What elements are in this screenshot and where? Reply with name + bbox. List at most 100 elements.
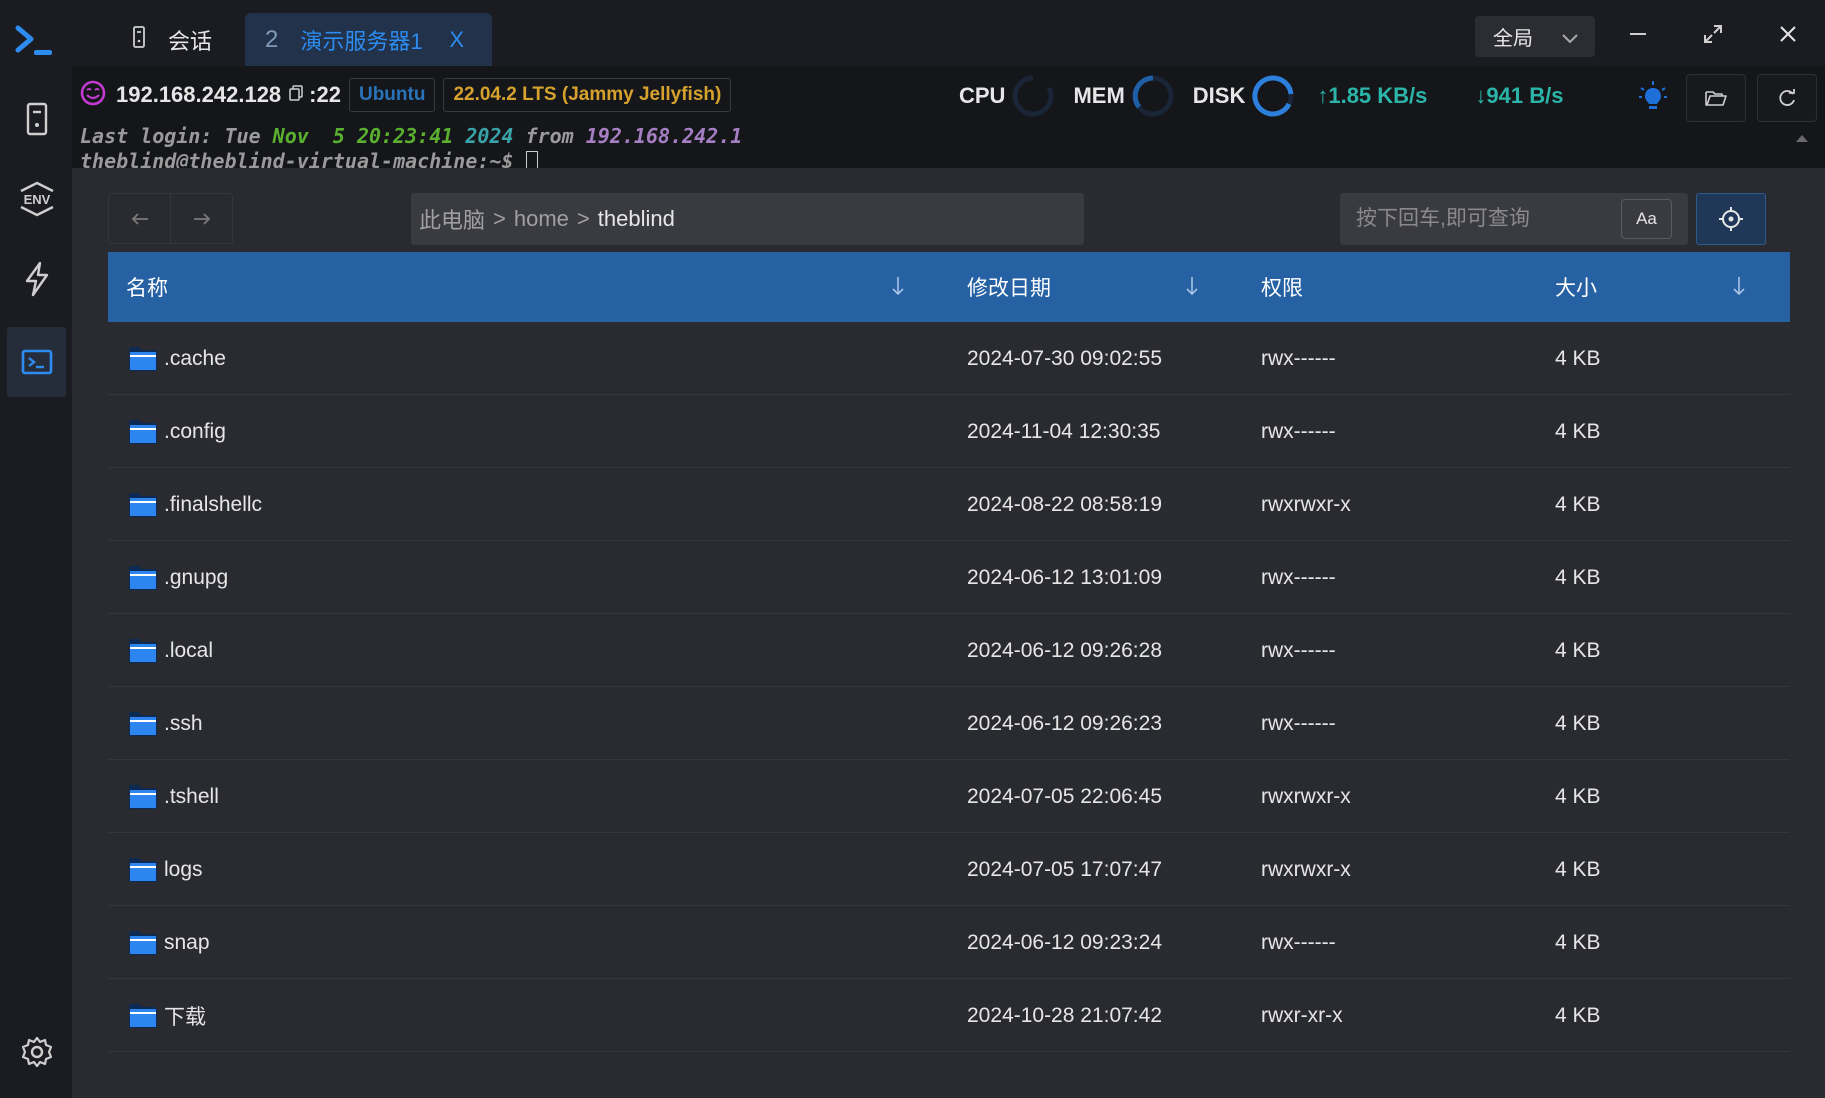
sidebar-item-terminal[interactable] [7, 327, 66, 397]
folder-icon [129, 638, 157, 663]
light-bulb-icon[interactable] [1638, 80, 1668, 119]
file-permissions: rwxrwxr-x [1261, 784, 1351, 808]
mem-gauge [1132, 75, 1174, 117]
file-size: 4 KB [1555, 492, 1601, 516]
file-name-cell: .config [128, 395, 226, 468]
breadcrumb[interactable]: 此电脑 > home > theblind [411, 193, 1084, 245]
file-size: 4 KB [1555, 857, 1601, 881]
breadcrumb-separator: > [493, 206, 506, 231]
file-name-cell: .finalshellc [128, 468, 262, 541]
svg-text:ENV: ENV [23, 192, 50, 207]
table-body: .cache 2024-07-30 09:02:55 rwx------ 4 K… [108, 322, 1790, 1052]
minimize-button[interactable] [1613, 14, 1663, 54]
table-row[interactable]: .config 2024-11-04 12:30:35 rwx------ 4 … [108, 395, 1790, 468]
history-nav [108, 193, 233, 244]
folder-icon [129, 346, 157, 371]
tab-demo-server[interactable]: 2 演示服务器1 X [245, 13, 492, 66]
locate-button[interactable] [1696, 193, 1766, 245]
breadcrumb-current[interactable]: theblind [598, 206, 675, 232]
file-size: 4 KB [1555, 419, 1601, 443]
file-date: 2024-06-12 09:26:23 [967, 711, 1162, 735]
table-row[interactable]: snap 2024-06-12 09:23:24 rwx------ 4 KB [108, 906, 1790, 979]
sidebar-item-settings[interactable] [7, 1017, 66, 1087]
sidebar-item-quick-commands[interactable] [7, 244, 66, 314]
column-header-permissions[interactable]: 权限 [1261, 252, 1303, 322]
connection-info: 192.168.242.128 :22 Ubuntu 22.04.2 LTS (… [80, 78, 732, 112]
terminal-panel[interactable]: 192.168.242.128 :22 Ubuntu 22.04.2 LTS (… [72, 66, 1825, 168]
gear-icon [21, 1036, 52, 1068]
terminal-output: Last login: Tue Nov 5 20:23:41 2024 from… [80, 124, 742, 168]
lightning-icon [25, 261, 48, 297]
port: :22 [309, 82, 341, 107]
table-row[interactable]: .cache 2024-07-30 09:02:55 rwx------ 4 K… [108, 322, 1790, 395]
maximize-button[interactable] [1688, 14, 1738, 54]
file-date: 2024-07-30 09:02:55 [967, 346, 1162, 370]
breadcrumb-item[interactable]: 此电脑 [419, 203, 485, 235]
refresh-button[interactable] [1757, 74, 1817, 122]
scope-select-value: 全局 [1493, 28, 1533, 50]
system-monitors: CPU MEM DISK ↑1.85 KB/s ↓941 B/s [959, 75, 1563, 117]
file-date: 2024-06-12 13:01:09 [967, 565, 1162, 589]
terminal-line: Last login: Tue Nov 5 20:23:41 2024 from… [80, 124, 742, 149]
breadcrumb-item[interactable]: home [514, 206, 569, 232]
disk-gauge [1252, 75, 1294, 117]
terminal-text: 5 20:23:41 [308, 124, 466, 148]
file-browser: 此电脑 > home > theblind Aa 名称 修改日期 权限 大小 .… [72, 168, 1825, 1098]
tab-label: 演示服务器1 [300, 28, 423, 54]
file-table: 名称 修改日期 权限 大小 .cache 2024-07-30 09:02:55… [108, 252, 1790, 1052]
sidebar-item-env[interactable]: ENV [7, 164, 66, 234]
server-icon [132, 25, 146, 54]
tab-sessions[interactable]: 会话 [132, 13, 212, 66]
table-row[interactable]: .local 2024-06-12 09:26:28 rwx------ 4 K… [108, 614, 1790, 687]
file-date: 2024-07-05 22:06:45 [967, 784, 1162, 808]
forward-button[interactable] [170, 194, 232, 243]
terminal-icon [21, 349, 52, 375]
file-permissions: rwxr-xr-x [1261, 1003, 1343, 1027]
cpu-gauge [1012, 75, 1054, 117]
table-row[interactable]: 下载 2024-10-28 21:07:42 rwxr-xr-x 4 KB [108, 979, 1790, 1052]
back-button[interactable] [109, 194, 170, 243]
file-permissions: rwxrwxr-x [1261, 857, 1351, 881]
close-button[interactable] [1763, 14, 1813, 54]
copy-icon[interactable] [289, 84, 303, 106]
table-row[interactable]: .gnupg 2024-06-12 13:01:09 rwx------ 4 K… [108, 541, 1790, 614]
folder-icon [129, 565, 157, 590]
scroll-up-arrow-icon[interactable] [1795, 130, 1809, 148]
scope-select[interactable]: 全局 [1475, 16, 1595, 57]
match-case-button[interactable]: Aa [1621, 199, 1672, 239]
sidebar: ENV [0, 0, 72, 1098]
disk-label: DISK [1192, 83, 1246, 108]
arrow-left-icon [131, 212, 148, 225]
sort-arrow-icon[interactable] [1185, 276, 1199, 302]
file-date: 2024-06-12 09:23:24 [967, 930, 1162, 954]
table-row[interactable]: .finalshellc 2024-08-22 08:58:19 rwxrwxr… [108, 468, 1790, 541]
search-input[interactable] [1340, 193, 1600, 245]
column-header-date[interactable]: 修改日期 [967, 252, 1051, 322]
os-badge: Ubuntu [348, 78, 436, 112]
table-row[interactable]: logs 2024-07-05 17:07:47 rwxrwxr-x 4 KB [108, 833, 1790, 906]
sort-arrow-icon[interactable] [1732, 276, 1746, 302]
column-header-size[interactable]: 大小 [1555, 252, 1597, 322]
terminal-text: 2024 [465, 124, 514, 148]
terminal-cursor [525, 151, 538, 168]
tab-close-button[interactable]: X [449, 27, 464, 53]
minimize-icon [1630, 33, 1646, 35]
column-header-name[interactable]: 名称 [126, 252, 168, 322]
table-row[interactable]: .ssh 2024-06-12 09:26:23 rwx------ 4 KB [108, 687, 1790, 760]
file-size: 4 KB [1555, 784, 1601, 808]
file-name-cell: snap [128, 906, 210, 979]
open-folder-button[interactable] [1686, 74, 1746, 122]
table-row[interactable]: .tshell 2024-07-05 22:06:45 rwxrwxr-x 4 … [108, 760, 1790, 833]
sort-arrow-icon[interactable] [891, 276, 905, 302]
file-date: 2024-08-22 08:58:19 [967, 492, 1162, 516]
server-icon [26, 102, 47, 136]
file-date: 2024-07-05 17:07:47 [967, 857, 1162, 881]
app-logo-icon [14, 24, 56, 63]
file-name-cell: logs [128, 833, 203, 906]
table-header: 名称 修改日期 权限 大小 [108, 252, 1790, 322]
file-date: 2024-10-28 21:07:42 [967, 1003, 1162, 1027]
file-name: .gnupg [164, 565, 229, 589]
file-permissions: rwx------ [1261, 419, 1336, 443]
folder-open-icon [1705, 91, 1727, 106]
sidebar-item-servers[interactable] [7, 84, 66, 154]
